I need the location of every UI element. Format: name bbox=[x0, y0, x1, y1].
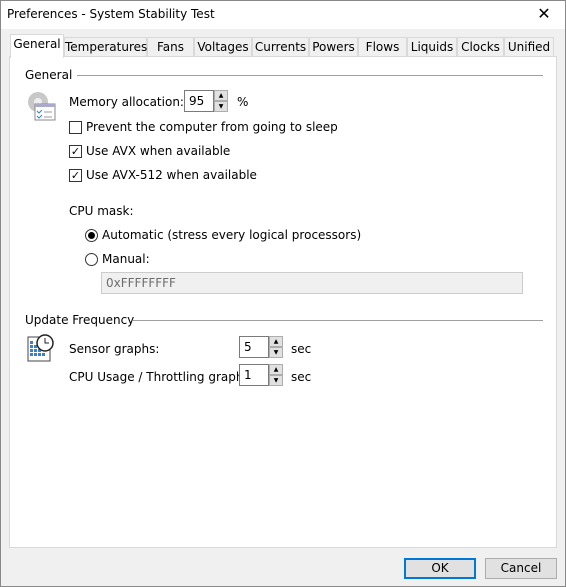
memory-allocation-spinner[interactable]: ▲ ▼ bbox=[214, 90, 228, 112]
ok-button[interactable]: OK bbox=[404, 558, 476, 579]
prevent-sleep-checkbox[interactable] bbox=[69, 121, 82, 134]
memory-allocation-input[interactable]: 95 bbox=[184, 90, 214, 112]
preferences-window: Preferences - System Stability Test ✕ Ge… bbox=[0, 0, 566, 587]
sensor-graphs-input[interactable]: 5 bbox=[239, 336, 269, 358]
general-group-label: General bbox=[25, 68, 73, 82]
cancel-button[interactable]: Cancel bbox=[485, 558, 557, 579]
divider bbox=[133, 320, 543, 321]
tab-clocks[interactable]: Clocks bbox=[457, 37, 504, 57]
settings-gear-icon bbox=[28, 92, 56, 121]
use-avx512-label[interactable]: Use AVX-512 when available bbox=[86, 168, 257, 182]
close-icon[interactable]: ✕ bbox=[529, 3, 559, 25]
cpu-usage-graph-unit: sec bbox=[291, 370, 312, 384]
memory-unit: % bbox=[237, 95, 249, 109]
spin-down-icon[interactable]: ▼ bbox=[214, 101, 228, 112]
spin-down-icon[interactable]: ▼ bbox=[269, 347, 283, 358]
automatic-radio[interactable] bbox=[85, 229, 98, 242]
spin-up-icon[interactable]: ▲ bbox=[214, 90, 228, 101]
sensor-graphs-label: Sensor graphs: bbox=[69, 342, 160, 356]
manual-radio[interactable] bbox=[85, 253, 98, 266]
spin-up-icon[interactable]: ▲ bbox=[269, 364, 283, 375]
cpu-usage-graph-label: CPU Usage / Throttling graph: bbox=[69, 370, 248, 384]
tab-temperatures[interactable]: Temperatures bbox=[64, 37, 147, 57]
tab-flows[interactable]: Flows bbox=[358, 37, 407, 57]
automatic-label[interactable]: Automatic (stress every logical processo… bbox=[102, 228, 361, 242]
divider bbox=[77, 75, 543, 76]
tab-powers[interactable]: Powers bbox=[309, 37, 358, 57]
tab-fans[interactable]: Fans bbox=[147, 37, 194, 57]
prevent-sleep-label[interactable]: Prevent the computer from going to sleep bbox=[86, 120, 338, 134]
sensor-graphs-unit: sec bbox=[291, 342, 312, 356]
cpu-usage-graph-input[interactable]: 1 bbox=[239, 364, 269, 386]
spin-up-icon[interactable]: ▲ bbox=[269, 336, 283, 347]
update-frequency-group-label: Update Frequency bbox=[25, 313, 135, 327]
tab-unified[interactable]: Unified bbox=[504, 37, 554, 57]
cpu-mask-input[interactable]: 0xFFFFFFFF bbox=[101, 272, 523, 294]
tab-general[interactable]: General bbox=[10, 34, 64, 58]
memory-allocation-label: Memory allocation: bbox=[69, 95, 184, 109]
clock-graph-icon bbox=[27, 334, 54, 362]
cpu-usage-graph-spinner[interactable]: ▲ ▼ bbox=[269, 364, 283, 386]
spin-down-icon[interactable]: ▼ bbox=[269, 375, 283, 386]
tab-voltages[interactable]: Voltages bbox=[194, 37, 252, 57]
use-avx-checkbox[interactable]: ✓ bbox=[69, 145, 82, 158]
tab-liquids[interactable]: Liquids bbox=[407, 37, 457, 57]
tab-currents[interactable]: Currents bbox=[252, 37, 309, 57]
cpu-mask-label: CPU mask: bbox=[69, 204, 134, 218]
manual-label[interactable]: Manual: bbox=[102, 252, 150, 266]
window-title: Preferences - System Stability Test bbox=[7, 7, 215, 21]
use-avx512-checkbox[interactable]: ✓ bbox=[69, 169, 82, 182]
title-bar: Preferences - System Stability Test ✕ bbox=[1, 1, 565, 29]
use-avx-label[interactable]: Use AVX when available bbox=[86, 144, 230, 158]
sensor-graphs-spinner[interactable]: ▲ ▼ bbox=[269, 336, 283, 358]
